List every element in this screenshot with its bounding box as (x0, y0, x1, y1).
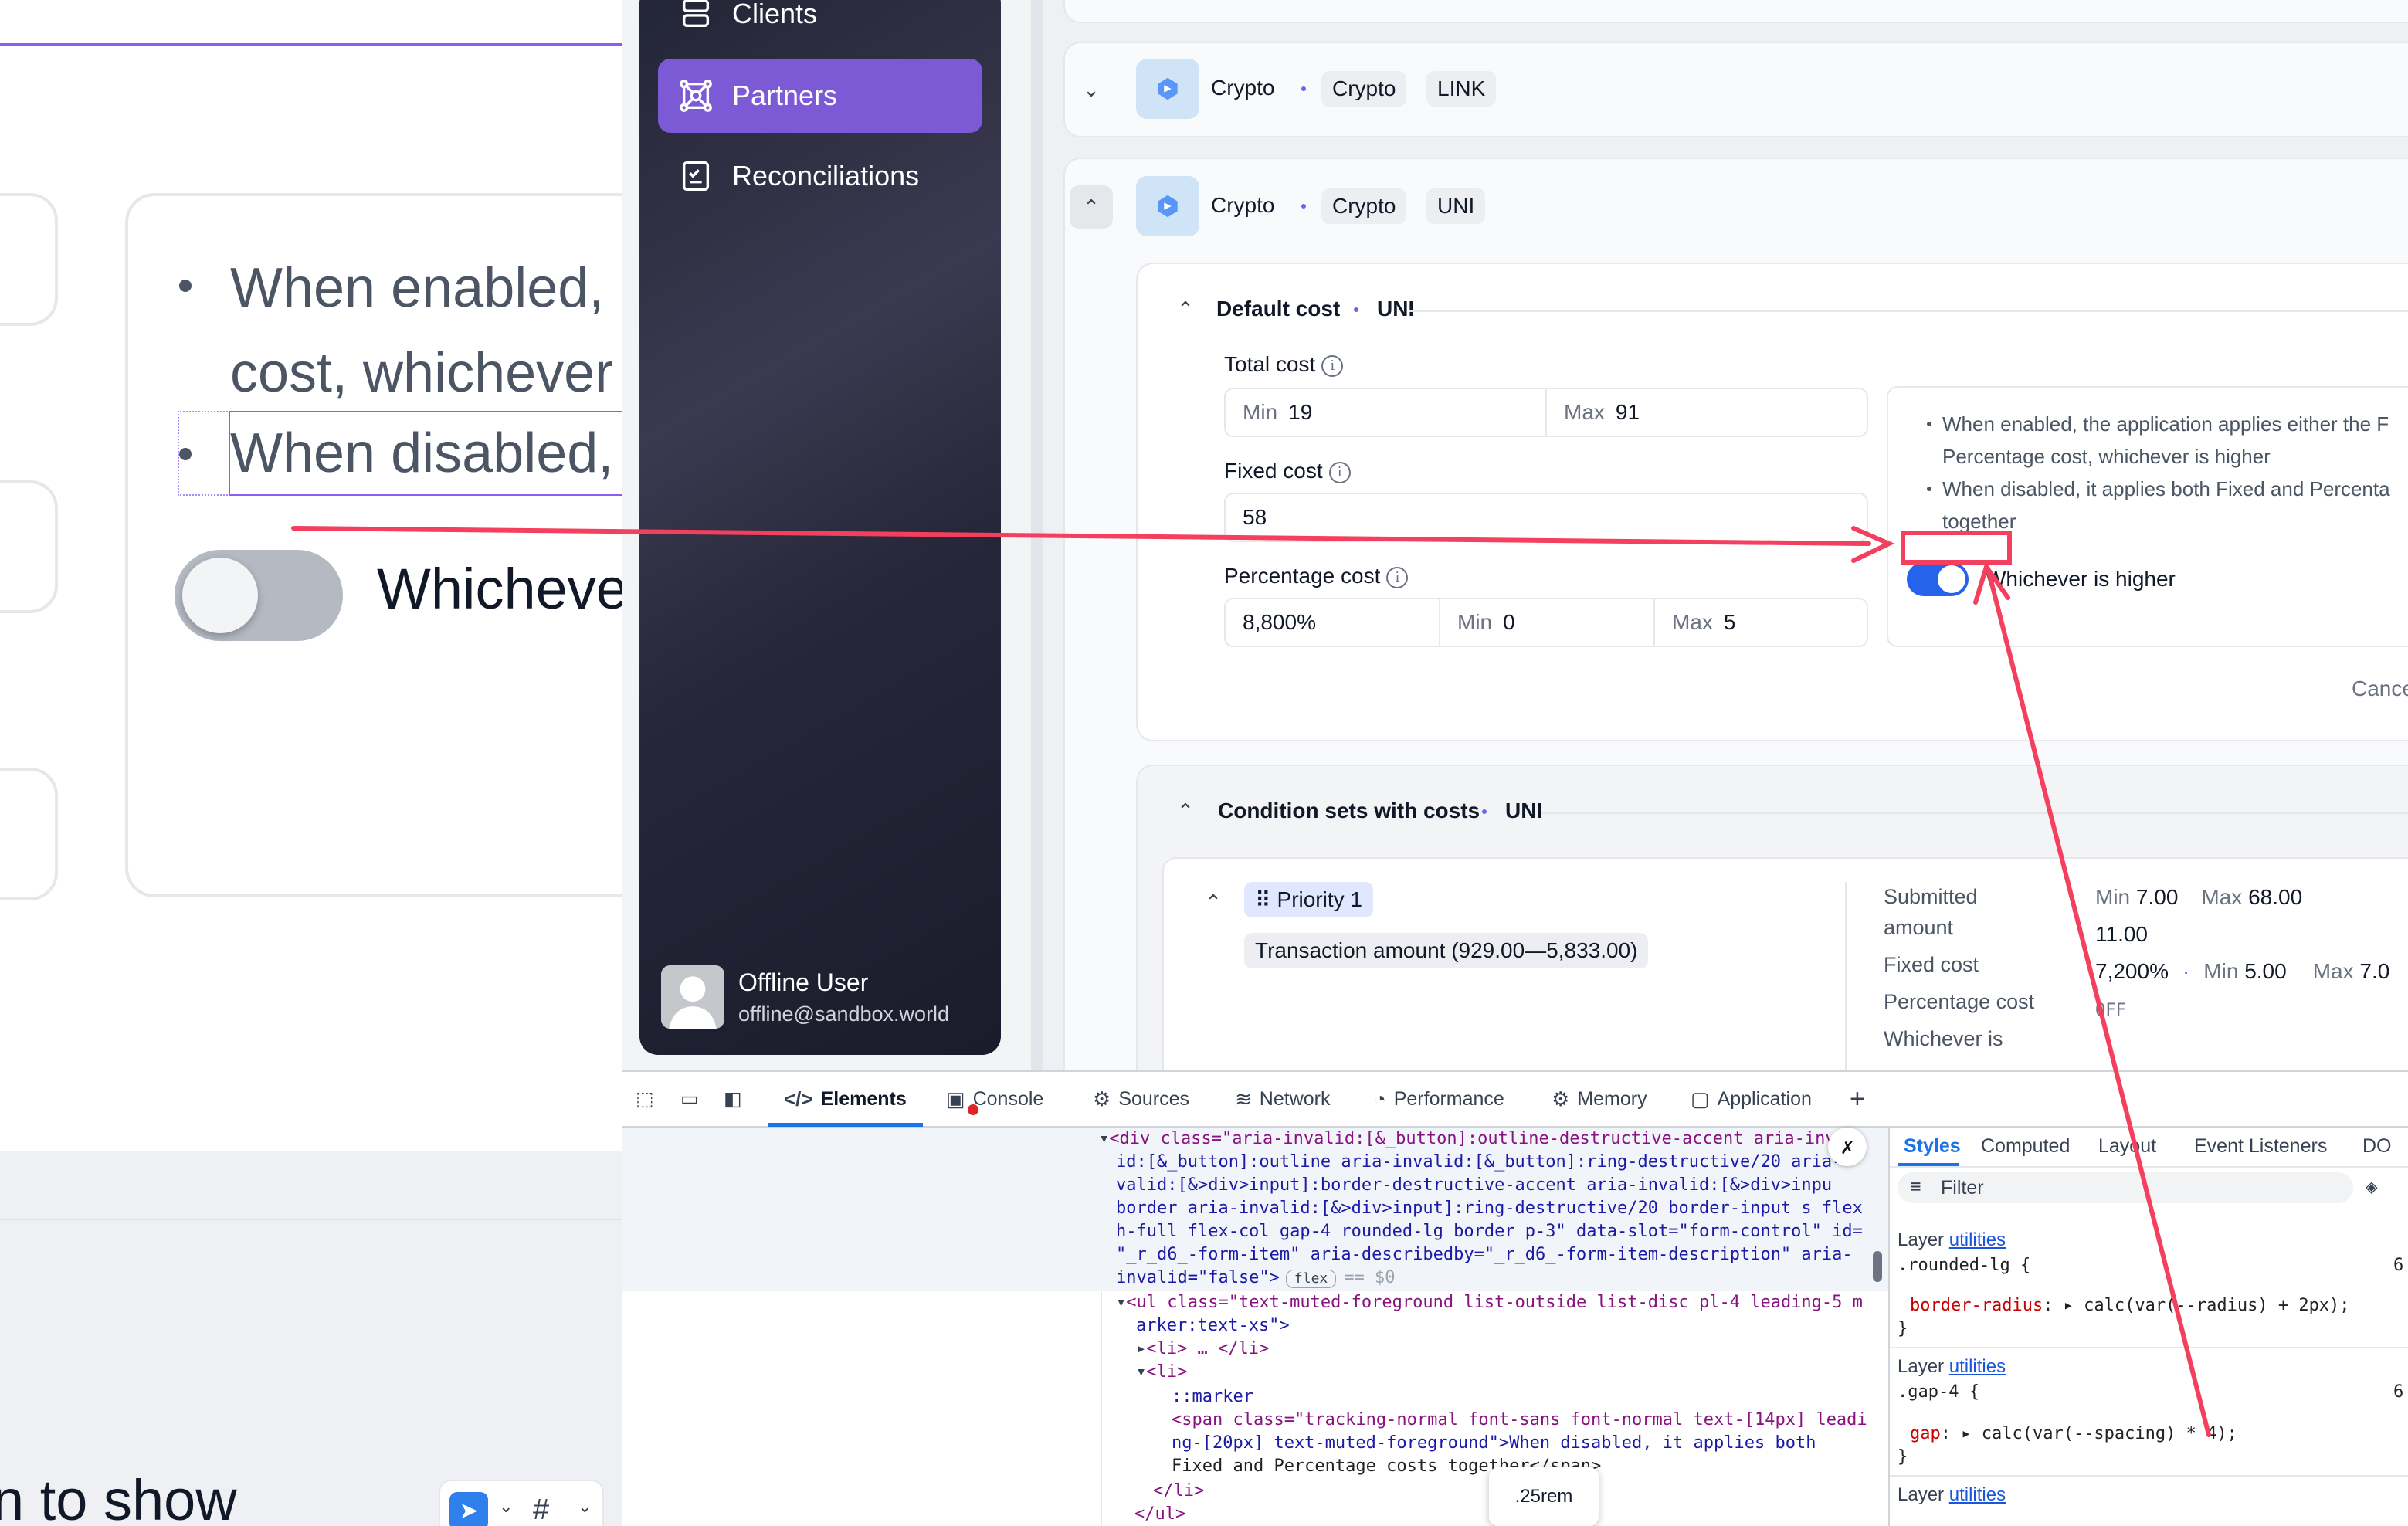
annotation-arrow-line (291, 526, 1871, 546)
annotation-arrow-line (1986, 566, 2211, 1437)
annotation-overlay (291, 526, 2211, 1437)
annotation-box (1901, 531, 2012, 565)
